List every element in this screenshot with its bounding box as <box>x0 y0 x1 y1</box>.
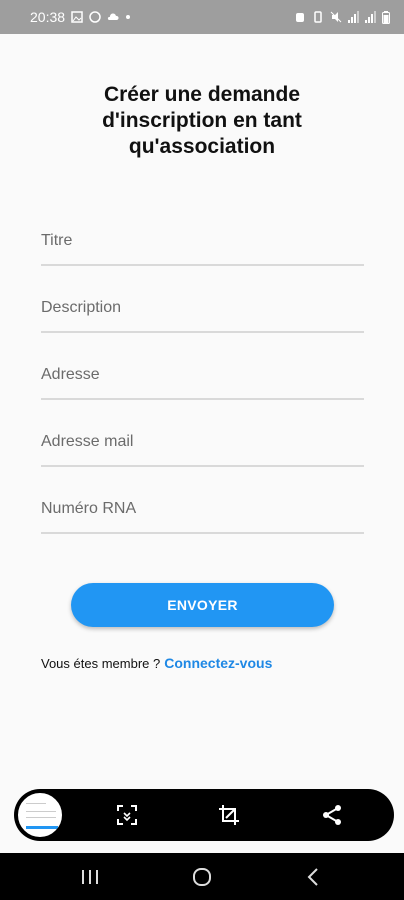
title-line-3: qu'association <box>128 135 276 158</box>
signal-icon-2 <box>365 11 376 23</box>
title-input[interactable]: Titre <box>41 226 364 266</box>
thumb-line <box>26 803 46 804</box>
mute-icon <box>330 11 342 23</box>
alarm-icon <box>296 13 304 22</box>
gallery-icon <box>71 11 83 23</box>
home-icon[interactable] <box>191 866 213 888</box>
page-title: Créer une demande d'inscription en tant … <box>0 82 404 160</box>
thumb-button <box>26 826 58 829</box>
status-bar: 20:38 <box>0 0 404 34</box>
submit-button[interactable]: ENVOYER <box>71 583 334 627</box>
screenshot-toolbar <box>14 789 394 841</box>
whatsapp-icon <box>89 11 101 23</box>
rna-number-placeholder: Numéro RNA <box>41 500 137 517</box>
member-text: Vous étes membre ? <box>41 656 161 671</box>
vibrate-icon <box>314 11 322 23</box>
email-input[interactable]: Adresse mail <box>41 427 364 467</box>
rna-number-input[interactable]: Numéro RNA <box>41 494 364 534</box>
signal-icon <box>348 11 359 23</box>
cloud-icon <box>107 13 119 20</box>
battery-icon <box>382 10 390 24</box>
title-line-2: d'inscription en tant <box>102 109 302 132</box>
status-left: 20:38 <box>30 9 131 25</box>
dot-icon <box>126 15 131 19</box>
screenshot-thumbnail[interactable] <box>16 791 64 839</box>
thumb-line <box>26 811 56 812</box>
submit-button-label: ENVOYER <box>167 597 238 613</box>
address-placeholder: Adresse <box>41 366 100 383</box>
scroll-capture-icon[interactable] <box>114 802 140 828</box>
email-placeholder: Adresse mail <box>41 433 134 450</box>
title-line-1: Créer une demande <box>103 83 301 106</box>
description-placeholder: Description <box>41 299 122 316</box>
share-icon[interactable] <box>319 802 345 828</box>
thumb-line <box>26 817 56 818</box>
back-icon[interactable] <box>303 866 325 888</box>
navigation-bar <box>0 853 404 900</box>
member-row: Vous étes membre ? Connectez-vous <box>41 655 272 671</box>
login-link[interactable]: Connectez-vous <box>164 655 272 671</box>
title-placeholder: Titre <box>41 232 73 249</box>
address-input[interactable]: Adresse <box>41 360 364 400</box>
status-right <box>294 10 390 24</box>
crop-edit-icon[interactable] <box>216 802 242 828</box>
recents-icon[interactable] <box>79 866 101 888</box>
description-input[interactable]: Description <box>41 293 364 333</box>
status-time: 20:38 <box>30 9 66 25</box>
